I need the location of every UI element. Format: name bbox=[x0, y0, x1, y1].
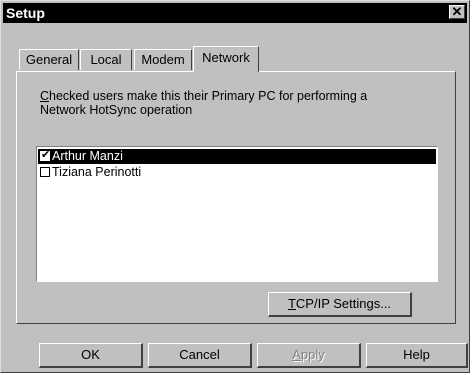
close-icon: ✕ bbox=[451, 4, 463, 19]
description-line-1: hecked users make this their Primary PC … bbox=[49, 89, 368, 103]
apply-button[interactable]: Apply bbox=[257, 343, 361, 368]
user-checkbox[interactable]: ✔ bbox=[40, 149, 51, 161]
tab-general-label: General bbox=[25, 52, 73, 67]
tcpip-access-key: T bbox=[287, 296, 296, 311]
tab-modem[interactable]: Modem bbox=[134, 49, 192, 70]
user-name: Tiziana Perinotti bbox=[52, 165, 142, 179]
network-description: Checked users make this their Primary PC… bbox=[40, 89, 420, 117]
user-list-item[interactable]: Tiziana Perinotti bbox=[38, 165, 436, 180]
window-title: Setup bbox=[6, 5, 45, 21]
tab-general[interactable]: General bbox=[19, 49, 79, 70]
user-name: Arthur Manzi bbox=[52, 149, 123, 163]
tcpip-settings-label: CP/IP Settings... bbox=[295, 296, 392, 311]
cancel-label: Cancel bbox=[179, 347, 220, 362]
user-list-item[interactable]: ✔ Arthur Manzi bbox=[38, 149, 436, 164]
setup-dialog: Setup ✕ General Local Modem Network Chec… bbox=[0, 0, 470, 373]
user-checkbox[interactable] bbox=[40, 167, 50, 177]
tab-local-label: Local bbox=[90, 52, 122, 67]
apply-access-key: A bbox=[292, 347, 301, 362]
description-line-2: Network HotSync operation bbox=[40, 103, 193, 117]
apply-label: pply bbox=[300, 347, 325, 362]
ok-label: OK bbox=[81, 347, 100, 362]
title-bar[interactable]: Setup ✕ bbox=[3, 3, 467, 23]
network-tab-panel: Checked users make this their Primary PC… bbox=[16, 71, 456, 324]
tab-local[interactable]: Local bbox=[80, 49, 132, 70]
description-access-key: C bbox=[40, 89, 50, 103]
tab-modem-label: Modem bbox=[141, 52, 185, 67]
ok-button[interactable]: OK bbox=[39, 343, 143, 368]
tcpip-settings-button[interactable]: TCP/IP Settings... bbox=[268, 292, 412, 317]
help-label: Help bbox=[403, 347, 430, 362]
user-list[interactable]: ✔ Arthur Manzi Tiziana Perinotti bbox=[36, 146, 438, 282]
cancel-button[interactable]: Cancel bbox=[148, 343, 252, 368]
close-button[interactable]: ✕ bbox=[449, 5, 465, 19]
help-button[interactable]: Help bbox=[366, 343, 468, 368]
checkmark-icon: ✔ bbox=[41, 149, 51, 161]
tab-network[interactable]: Network bbox=[193, 46, 259, 72]
tab-network-label: Network bbox=[202, 50, 250, 65]
